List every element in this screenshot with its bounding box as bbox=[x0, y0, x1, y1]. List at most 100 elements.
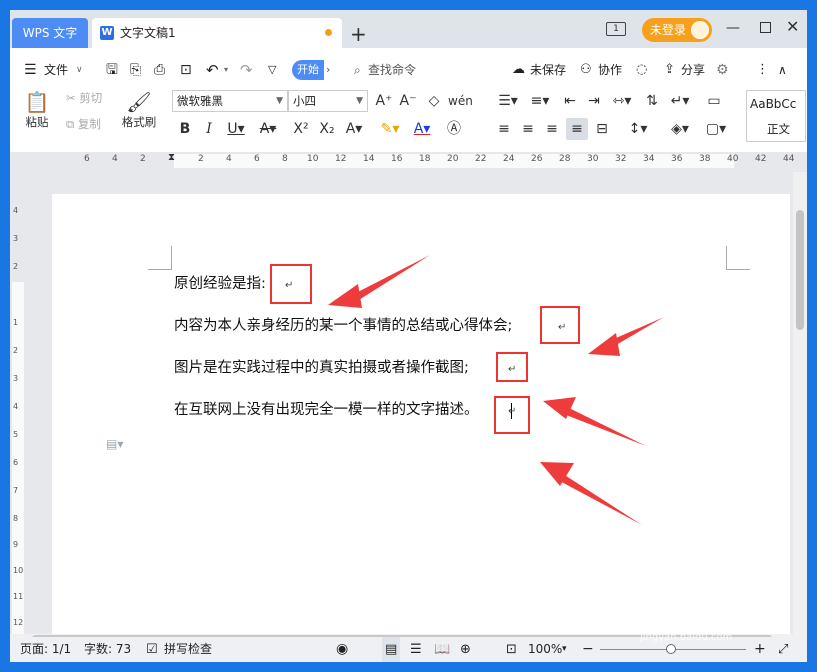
justify-icon[interactable]: ≡ bbox=[566, 118, 588, 140]
new-tab-button[interactable]: + bbox=[350, 22, 367, 46]
collapse-ribbon-icon[interactable]: ∧ bbox=[778, 58, 787, 82]
paragraph-2[interactable]: 内容为本人亲身经历的某一个事情的总结或心得体会; bbox=[174, 316, 512, 336]
strikethrough-icon[interactable]: A▾ bbox=[256, 118, 280, 140]
superscript-icon[interactable]: X² bbox=[290, 118, 312, 140]
paragraph-mark-icon[interactable]: ↵▾ bbox=[666, 90, 694, 112]
align-center-icon[interactable]: ≡ bbox=[518, 118, 538, 140]
hamburger-menu-icon[interactable]: ☰ bbox=[24, 58, 37, 82]
ruler-toggle-icon[interactable]: ▭ bbox=[702, 90, 726, 112]
close-icon[interactable]: ✕ bbox=[786, 17, 799, 36]
word-count[interactable]: 字数: 73 bbox=[84, 637, 131, 662]
file-menu[interactable]: 文件 bbox=[44, 58, 68, 82]
page-view-icon[interactable]: ▤ bbox=[382, 637, 401, 662]
ribbon-scroll-right-icon[interactable]: › bbox=[326, 58, 330, 82]
subscript-icon[interactable]: X₂ bbox=[316, 118, 338, 140]
font-size-select[interactable]: 小四 ▼ bbox=[288, 90, 368, 112]
shading-icon[interactable]: ◈▾ bbox=[666, 118, 694, 140]
undo-icon[interactable]: ↶ bbox=[206, 58, 219, 82]
cut-button[interactable]: ✂ 剪切 bbox=[66, 90, 102, 106]
decrease-indent-icon[interactable]: ⇤ bbox=[560, 90, 580, 112]
vertical-scroll-thumb[interactable] bbox=[796, 210, 804, 330]
style-normal[interactable]: AaBbCc 正文 bbox=[746, 90, 806, 142]
export-pdf-icon[interactable]: ⎘ bbox=[130, 58, 141, 82]
fit-page-icon[interactable]: ⊡ bbox=[506, 637, 517, 662]
align-right-icon[interactable]: ≡ bbox=[542, 118, 562, 140]
indent-marker-icon[interactable]: ⧗ bbox=[168, 152, 175, 163]
customize-toolbar-icon[interactable]: ▽ bbox=[268, 58, 276, 82]
ruler-number: 38 bbox=[699, 154, 711, 164]
collab-button[interactable]: 协作 bbox=[598, 58, 622, 82]
horizontal-ruler[interactable]: 6 4 2 2 4 6 8 10 12 14 16 18 20 22 24 26… bbox=[10, 152, 807, 172]
copy-button[interactable]: ⧉ 复制 bbox=[66, 116, 101, 132]
print-icon[interactable]: ⎙ bbox=[154, 58, 165, 82]
zoom-level[interactable]: 100% bbox=[528, 637, 562, 662]
paragraph-3[interactable]: 图片是在实践过程中的真实拍摄或者操作截图; bbox=[174, 358, 469, 378]
page-count[interactable]: 页面: 1/1 bbox=[20, 637, 71, 662]
vruler-number: 9 bbox=[13, 540, 19, 549]
web-view-icon[interactable]: ⊕ bbox=[460, 637, 471, 662]
vertical-scrollbar[interactable] bbox=[793, 172, 807, 634]
vertical-ruler[interactable]: 4 3 2 1 2 3 4 5 6 7 8 9 10 11 12 bbox=[10, 172, 26, 634]
line-spacing-icon[interactable]: ↕▾ bbox=[624, 118, 652, 140]
paragraph-settings-icon[interactable]: ▤▾ bbox=[106, 437, 123, 451]
share-button[interactable]: 分享 bbox=[681, 58, 705, 82]
ruler-number: 4 bbox=[112, 154, 118, 164]
vruler-number: 11 bbox=[13, 592, 24, 601]
chinese-layout-icon[interactable]: ⇿▾ bbox=[608, 90, 636, 112]
zoom-slider-handle[interactable] bbox=[666, 644, 676, 654]
eye-protection-icon[interactable]: ◉ bbox=[336, 637, 348, 662]
redo-icon[interactable]: ↷ bbox=[240, 58, 253, 82]
undo-dropdown-icon[interactable]: ▾ bbox=[224, 58, 228, 82]
bold-icon[interactable]: B bbox=[176, 118, 194, 140]
pinyin-icon[interactable]: wén bbox=[448, 90, 473, 112]
save-icon[interactable]: 🖫 bbox=[106, 58, 118, 82]
font-name-select[interactable]: 微软雅黑 ▼ bbox=[172, 90, 288, 112]
login-button[interactable]: 未登录 bbox=[642, 18, 712, 42]
paste-button[interactable]: 📋 粘贴 bbox=[20, 90, 54, 130]
reading-view-icon[interactable]: 📖 bbox=[434, 637, 450, 662]
unsaved-status[interactable]: 未保存 bbox=[530, 58, 566, 82]
more-icon[interactable]: ⋮ bbox=[756, 58, 769, 82]
maximize-icon[interactable] bbox=[760, 22, 771, 33]
clear-format-icon[interactable]: ◇ bbox=[424, 90, 444, 112]
zoom-out-icon[interactable]: − bbox=[582, 637, 594, 662]
align-left-icon[interactable]: ≡ bbox=[494, 118, 514, 140]
grow-font-icon[interactable]: A⁺ bbox=[374, 90, 394, 112]
tab-start[interactable]: 开始 bbox=[292, 60, 324, 80]
highlight-icon[interactable]: ✎▾ bbox=[378, 118, 402, 140]
shrink-font-icon[interactable]: A⁻ bbox=[398, 90, 418, 112]
spell-check-button[interactable]: 拼写检查 bbox=[164, 637, 212, 662]
sort-icon[interactable]: ⇅ bbox=[642, 90, 662, 112]
minimize-icon[interactable]: — bbox=[726, 20, 740, 36]
char-border-icon[interactable]: Ⓐ bbox=[444, 118, 464, 140]
window-layout-icon[interactable]: 1 bbox=[606, 22, 626, 36]
format-painter-button[interactable]: 🖌 格式刷 bbox=[118, 90, 160, 130]
increase-indent-icon[interactable]: ⇥ bbox=[584, 90, 604, 112]
numbered-list-icon[interactable]: ≡▾ bbox=[526, 90, 554, 112]
brush-icon: 🖌 bbox=[126, 90, 152, 114]
distribute-icon[interactable]: ⊟ bbox=[592, 118, 612, 140]
document-page[interactable]: 原创经验是指: ↵ 内容为本人亲身经历的某一个事情的总结或心得体会; ↵ 图片是… bbox=[52, 194, 790, 634]
border-icon[interactable]: ▢▾ bbox=[702, 118, 730, 140]
ruler-number: 24 bbox=[503, 154, 515, 164]
outline-view-icon[interactable]: ☰ bbox=[410, 637, 422, 662]
tab-document[interactable]: W 文字文稿1 bbox=[92, 18, 342, 48]
fullscreen-icon[interactable]: ⤢ bbox=[778, 637, 788, 662]
search-command[interactable]: 查找命令 bbox=[368, 58, 416, 82]
zoom-dropdown-icon[interactable]: ▾ bbox=[562, 637, 567, 662]
paragraph-4[interactable]: 在互联网上没有出现完全一模一样的文字描述。 bbox=[174, 400, 479, 420]
tab-wps-home[interactable]: WPS 文字 bbox=[12, 18, 88, 48]
font-color-icon[interactable]: A▾ bbox=[410, 118, 434, 140]
bullet-list-icon[interactable]: ☰▾ bbox=[494, 90, 522, 112]
text-effect-icon[interactable]: A▾ bbox=[342, 118, 366, 140]
italic-icon[interactable]: I bbox=[200, 118, 218, 140]
zoom-in-icon[interactable]: + bbox=[754, 637, 766, 662]
paragraph-text: 在互联网上没有出现完全一模一样的文字描述。 bbox=[174, 402, 479, 418]
settings-icon[interactable]: ⚙ bbox=[716, 58, 729, 82]
underline-icon[interactable]: U▾ bbox=[224, 118, 248, 140]
comment-icon[interactable]: ◌ bbox=[636, 58, 647, 82]
ruler-number: 42 bbox=[755, 154, 767, 164]
print-preview-icon[interactable]: ⊡ bbox=[180, 58, 192, 82]
paragraph-1[interactable]: 原创经验是指: bbox=[174, 274, 266, 294]
ruler-number: 36 bbox=[671, 154, 683, 164]
